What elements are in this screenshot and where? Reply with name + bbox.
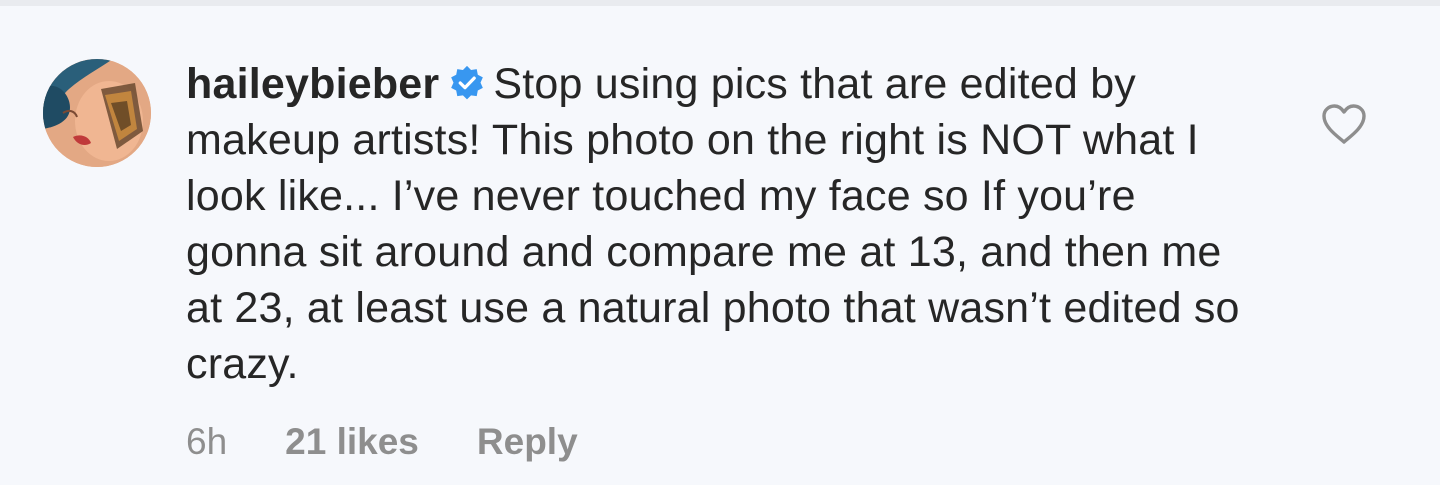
comment: haileybieber Stop using pics that are ed…: [0, 0, 1440, 485]
verified-badge-icon: [449, 59, 485, 100]
reply-button[interactable]: Reply: [477, 420, 578, 464]
user-avatar[interactable]: [43, 59, 151, 167]
likes-count-link[interactable]: 21 likes: [285, 420, 419, 464]
heart-outline-icon[interactable]: [1320, 102, 1368, 146]
comment-text: Stop using pics that are edited by makeu…: [186, 60, 1240, 388]
comment-meta: 6h 21 likes Reply: [186, 420, 578, 464]
username-link[interactable]: haileybieber: [186, 60, 439, 108]
avatar-image: [43, 59, 151, 167]
comment-body: haileybieber Stop using pics that are ed…: [186, 56, 1266, 392]
timestamp: 6h: [186, 421, 228, 462]
